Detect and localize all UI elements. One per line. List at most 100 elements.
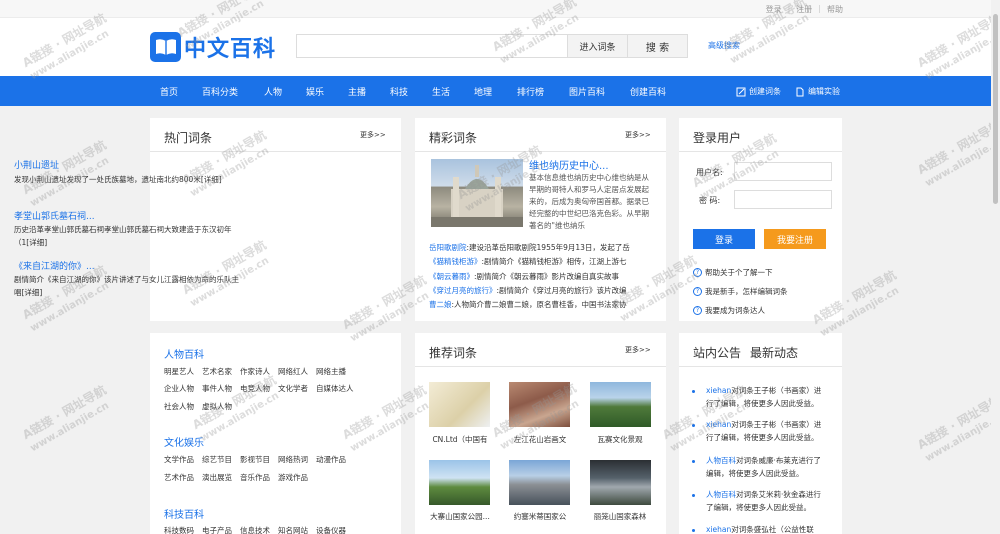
news-item: xiehan对词条王子彬（书画家）进行了编辑，将使更多人因此受益。 (706, 418, 828, 444)
search-input[interactable] (296, 34, 567, 58)
nav-streamers[interactable]: 主播 (348, 85, 366, 98)
scrollbar[interactable] (991, 0, 1000, 534)
category-link[interactable]: 游戏作品 (278, 472, 308, 483)
category-link[interactable]: 网络主播 (316, 366, 346, 377)
category-heading[interactable]: 人物百科 (164, 346, 204, 361)
scrollbar-thumb[interactable] (993, 14, 998, 204)
news-user-link[interactable]: xiehan (706, 420, 731, 429)
nav-rankings[interactable]: 排行榜 (517, 85, 544, 98)
news-user-link[interactable]: xiehan (706, 386, 731, 395)
featured-image[interactable] (431, 159, 523, 227)
category-link[interactable]: 文化学者 (278, 383, 308, 394)
recommended-image[interactable] (509, 460, 570, 505)
enter-entry-button[interactable]: 进入词条 (567, 34, 628, 58)
category-link[interactable]: 明星艺人 (164, 366, 194, 377)
create-entry-link[interactable]: 创建词条 (736, 86, 781, 97)
featured-main-title[interactable]: 维也纳历史中心... (529, 157, 609, 172)
nav-life[interactable]: 生活 (432, 85, 450, 98)
featured-line: 岳阳歌剧院:建设沿革岳阳歌剧院1955年9月13日，发起了岳 (429, 242, 653, 253)
category-link[interactable]: 艺术名家 (202, 366, 232, 377)
login-link[interactable]: 登录 (766, 4, 782, 15)
register-button[interactable]: 我要注册 (764, 229, 826, 249)
news-item: xiehan对词条王子彬（书画家）进行了编辑，将使更多人因此受益。 (706, 384, 828, 410)
tab-latest[interactable]: 最新动态 (750, 344, 798, 361)
recommended-image[interactable] (590, 460, 651, 505)
category-heading[interactable]: 文化娱乐 (164, 434, 204, 449)
tab-notice[interactable]: 站内公告 (693, 344, 741, 361)
recommended-more-link[interactable]: 更多>> (625, 345, 651, 355)
edit-lab-label: 编辑实验 (808, 87, 840, 96)
nav-tech[interactable]: 科技 (390, 85, 408, 98)
login-button[interactable]: 登录 (693, 229, 755, 249)
recommended-caption[interactable]: CN.Ltd（中国有 (425, 434, 495, 445)
category-link[interactable]: 社会人物 (164, 401, 194, 412)
featured-line-link[interactable]: 《穿过月亮的旅行》 (429, 286, 497, 295)
category-link[interactable]: 设备仪器 (316, 525, 346, 534)
featured-line-link[interactable]: 岳阳歌剧院 (429, 243, 467, 252)
hot-entry-title[interactable]: 《来自江湖的你》... (14, 259, 95, 272)
register-link[interactable]: 注册 (796, 4, 812, 15)
nav-picture-wiki[interactable]: 图片百科 (569, 85, 605, 98)
help-link[interactable]: ? 我是新手，怎样编辑词条 (693, 286, 788, 297)
category-row: 社会人物 虚拟人物 (164, 401, 232, 412)
category-link[interactable]: 演出展览 (202, 472, 232, 483)
recommended-caption[interactable]: 约塞米蒂国家公 (505, 511, 575, 522)
help-link[interactable]: ? 我要成为词条达人 (693, 305, 765, 316)
news-user-link[interactable]: 人物百科 (706, 456, 736, 465)
category-link[interactable]: 事件人物 (202, 383, 232, 394)
recommended-image[interactable] (590, 382, 651, 427)
featured-more-link[interactable]: 更多>> (625, 130, 651, 140)
category-link[interactable]: 影视节目 (240, 454, 270, 465)
nav-create-wiki[interactable]: 创建百科 (630, 85, 666, 98)
news-user-link[interactable]: 人物百科 (706, 490, 736, 499)
nav-geography[interactable]: 地理 (474, 85, 492, 98)
recommended-image[interactable] (429, 382, 490, 427)
username-input[interactable] (734, 162, 832, 181)
recommended-caption[interactable]: 大寨山国家公园... (425, 511, 495, 522)
edit-lab-link[interactable]: 编辑实验 (795, 86, 840, 97)
search-button[interactable]: 搜 索 (628, 34, 688, 58)
recommended-image[interactable] (429, 460, 490, 505)
category-link[interactable]: 网络热词 (278, 454, 308, 465)
help-link[interactable]: 帮助 (827, 4, 843, 15)
hot-more-link[interactable]: 更多>> (360, 130, 386, 140)
featured-line-link[interactable]: 《朝云暮雨》 (429, 272, 474, 281)
category-link[interactable]: 综艺节目 (202, 454, 232, 465)
hot-entry-title[interactable]: 小荆山遗址 (14, 158, 59, 171)
category-link[interactable]: 音乐作品 (240, 472, 270, 483)
featured-line-link[interactable]: 《猫精钱柜游》 (429, 257, 482, 266)
category-link[interactable]: 知名网站 (278, 525, 308, 534)
featured-line-link[interactable]: 曹二娘 (429, 300, 452, 309)
category-link[interactable]: 企业人物 (164, 383, 194, 394)
category-link[interactable]: 电竞人物 (240, 383, 270, 394)
category-link[interactable]: 动漫作品 (316, 454, 346, 465)
recommended-caption[interactable]: 左江花山岩画文 (505, 434, 575, 445)
category-link[interactable]: 文学作品 (164, 454, 194, 465)
recommended-caption[interactable]: 瓦赛文化景观 (585, 434, 655, 445)
help-link[interactable]: ? 帮助关于个了解一下 (693, 267, 773, 278)
category-link[interactable]: 虚拟人物 (202, 401, 232, 412)
category-link[interactable]: 信息技术 (240, 525, 270, 534)
nav-home[interactable]: 首页 (160, 85, 178, 98)
featured-line-text: :建设沿革岳阳歌剧院1955年9月13日，发起了岳 (466, 243, 630, 252)
password-input[interactable] (734, 190, 832, 209)
category-heading[interactable]: 科技百科 (164, 506, 204, 521)
site-logo[interactable]: 中文百科 (150, 31, 276, 63)
news-item: 人物百科对词条威廉·布莱克进行了编辑，将使更多人因此受益。 (706, 454, 828, 480)
category-link[interactable]: 网络红人 (278, 366, 308, 377)
hot-entry-title[interactable]: 孝堂山郭氏墓石祠... (14, 209, 95, 222)
nav-entertainment[interactable]: 娱乐 (306, 85, 324, 98)
category-link[interactable]: 科技数码 (164, 525, 194, 534)
category-link[interactable]: 电子产品 (202, 525, 232, 534)
nav-categories[interactable]: 百科分类 (202, 85, 238, 98)
category-link[interactable]: 作家诗人 (240, 366, 270, 377)
news-item: xiehan对词条盛弘社（公益性联 (706, 523, 828, 534)
category-link[interactable]: 自媒体达人 (316, 383, 354, 394)
recommended-caption[interactable]: 丽笼山国家森林 (585, 511, 655, 522)
bullet-dot (692, 529, 695, 532)
news-user-link[interactable]: xiehan (706, 525, 731, 534)
recommended-image[interactable] (509, 382, 570, 427)
advanced-search-link[interactable]: 高级搜索 (708, 40, 740, 51)
nav-people[interactable]: 人物 (264, 85, 282, 98)
category-link[interactable]: 艺术作品 (164, 472, 194, 483)
